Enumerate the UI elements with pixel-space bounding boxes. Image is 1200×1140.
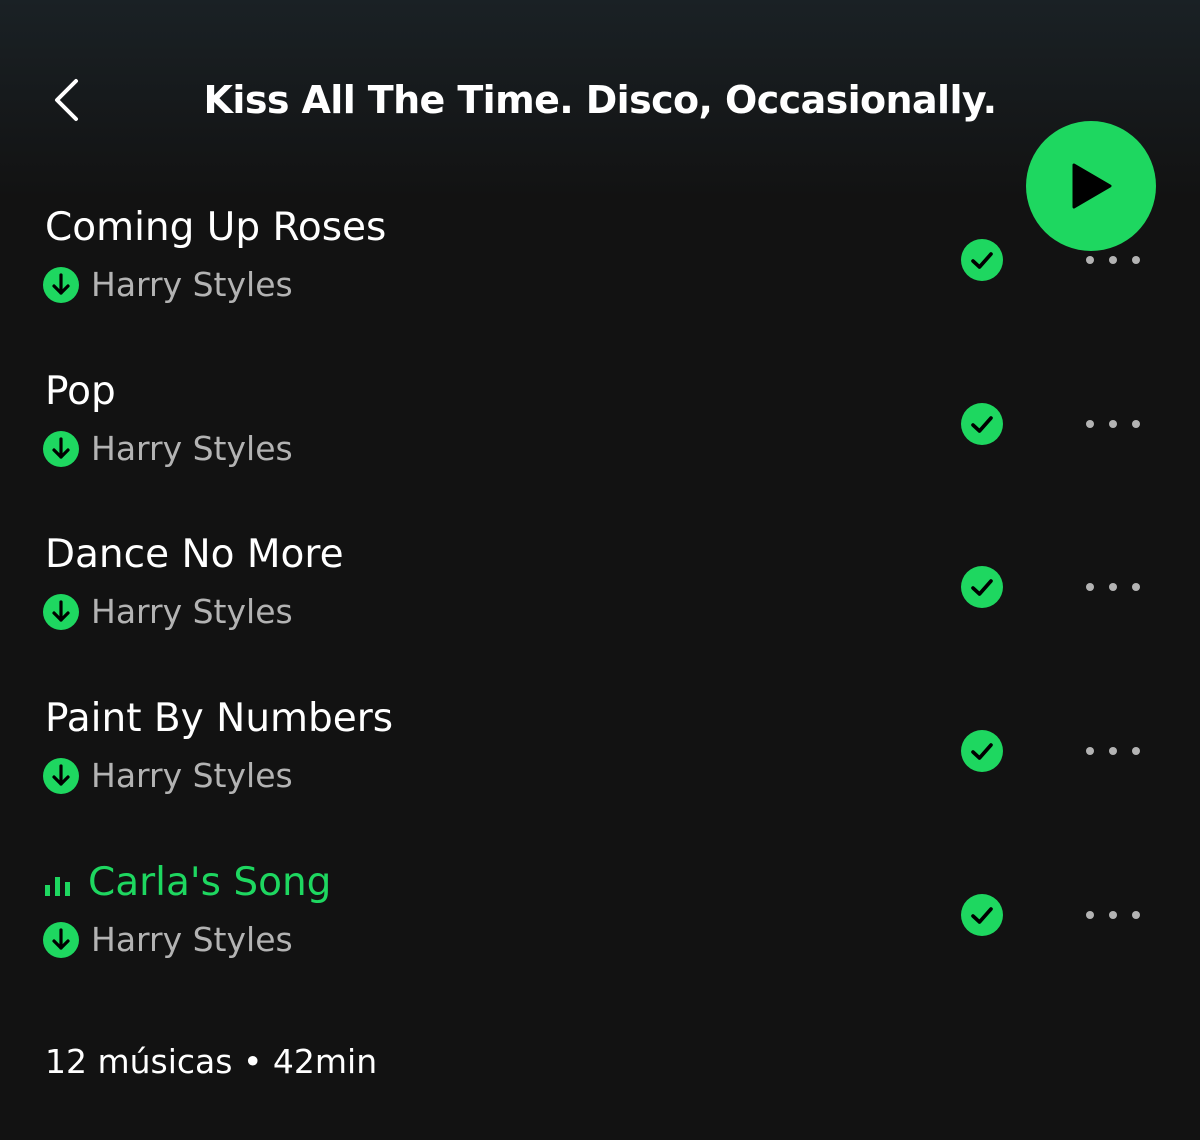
downloaded-icon — [43, 431, 79, 467]
track-artist: Harry Styles — [91, 592, 293, 631]
downloaded-icon — [43, 594, 79, 630]
track-title: Pop — [45, 369, 116, 414]
track-row[interactable]: Pop Harry Styles — [0, 367, 1200, 517]
downloaded-icon — [43, 922, 79, 958]
more-icon — [1086, 256, 1140, 264]
track-artist: Harry Styles — [91, 756, 293, 795]
saved-check-icon[interactable] — [961, 239, 1003, 281]
track-artist: Harry Styles — [91, 920, 293, 959]
downloaded-icon — [43, 758, 79, 794]
more-icon — [1086, 911, 1140, 919]
track-title: Carla's Song — [88, 860, 332, 905]
play-button[interactable] — [1026, 121, 1156, 251]
track-title: Paint By Numbers — [45, 696, 394, 741]
track-artist: Harry Styles — [91, 429, 293, 468]
saved-check-icon[interactable] — [961, 894, 1003, 936]
track-row-now-playing[interactable]: Carla's Song Harry Styles — [0, 858, 1200, 1008]
track-title: Dance No More — [45, 532, 344, 577]
downloaded-icon — [43, 267, 79, 303]
more-options-button[interactable] — [1080, 898, 1146, 932]
page-title: Kiss All The Time. Disco, Occasionally. — [203, 78, 997, 122]
playlist-summary: 12 músicas • 42min — [45, 1042, 378, 1081]
now-playing-equalizer-icon — [45, 877, 70, 896]
more-icon — [1086, 583, 1140, 591]
saved-check-icon[interactable] — [961, 403, 1003, 445]
track-title: Coming Up Roses — [45, 205, 387, 250]
more-options-button[interactable] — [1080, 570, 1146, 604]
saved-check-icon[interactable] — [961, 730, 1003, 772]
play-icon — [1072, 163, 1112, 209]
track-artist: Harry Styles — [91, 265, 293, 304]
track-row[interactable]: Paint By Numbers Harry Styles — [0, 694, 1200, 844]
track-row[interactable]: Coming Up Roses Harry Styles — [0, 203, 1200, 353]
more-options-button[interactable] — [1080, 407, 1146, 441]
more-icon — [1086, 420, 1140, 428]
saved-check-icon[interactable] — [961, 566, 1003, 608]
more-icon — [1086, 747, 1140, 755]
more-options-button[interactable] — [1080, 734, 1146, 768]
track-row[interactable]: Dance No More Harry Styles — [0, 530, 1200, 680]
